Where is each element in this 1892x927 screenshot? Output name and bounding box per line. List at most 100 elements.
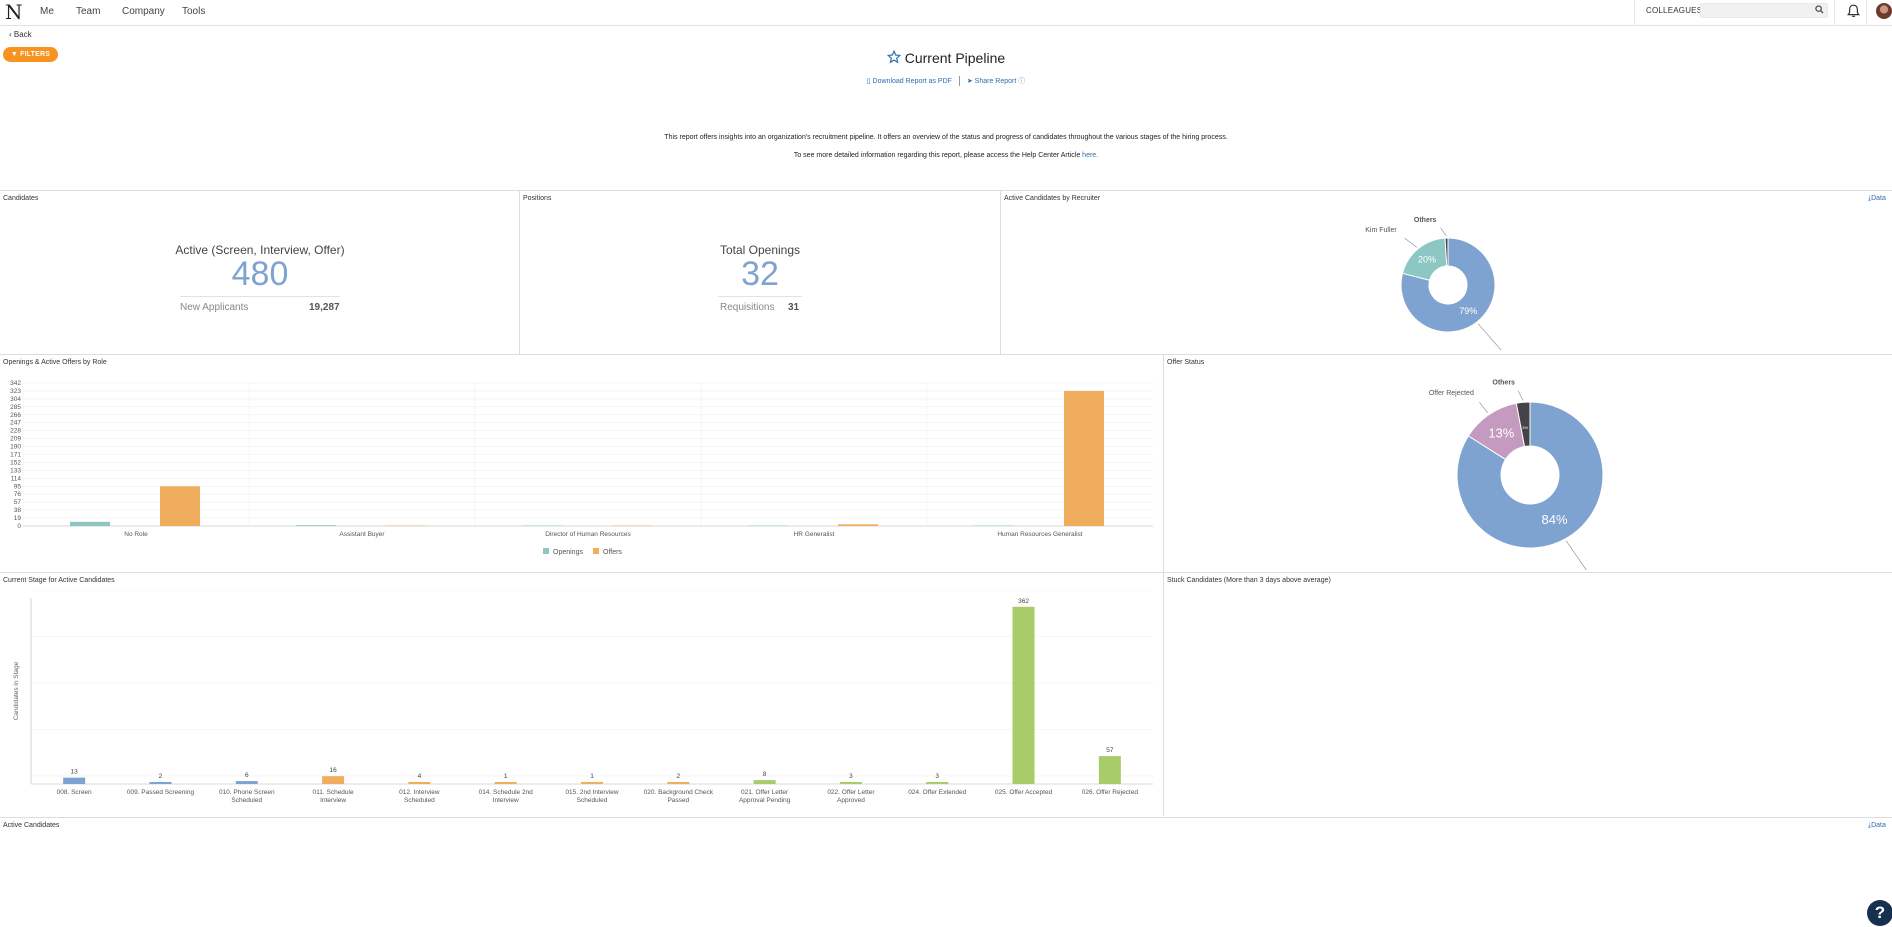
y-tick-label: 285: [10, 404, 21, 411]
data-label: 3: [935, 773, 939, 780]
divider: [718, 296, 802, 297]
data-label: 2: [159, 773, 163, 780]
legend-label: Offers: [603, 549, 622, 556]
stuck-candidates-title: Stuck Candidates (More than 3 days above…: [1167, 577, 1331, 584]
y-tick-label: 323: [10, 388, 21, 395]
y-tick-label: 152: [10, 459, 21, 466]
data-label: 3%: [1522, 425, 1528, 430]
x-tick-label: 014. Schedule 2nd Interview: [479, 789, 534, 804]
bar: [70, 521, 110, 526]
slice-label: Others: [1492, 379, 1515, 386]
nav-item-team[interactable]: Team: [76, 6, 100, 17]
bar: [839, 782, 862, 784]
bar: [926, 782, 949, 784]
new-applicants-label: New Applicants: [180, 302, 249, 313]
candidates-title: Candidates: [3, 195, 39, 202]
x-tick-label: No Role: [124, 531, 148, 538]
help-button[interactable]: ?: [1867, 900, 1892, 926]
nav-item-tools[interactable]: Tools: [182, 6, 205, 17]
bar: [160, 486, 200, 526]
divider: [519, 190, 520, 354]
bar: [838, 524, 878, 526]
positions-title: Positions: [523, 195, 552, 202]
slice-label: Kim Fuller: [1365, 227, 1397, 234]
bar: [322, 776, 345, 784]
x-tick-label: 015. 2nd Interview Scheduled: [565, 789, 618, 804]
total-openings-value: 32: [741, 255, 779, 293]
legend-swatch: [593, 548, 599, 554]
y-tick-label: 57: [14, 499, 22, 506]
search-input[interactable]: [1700, 3, 1828, 18]
label-connector: [1479, 401, 1489, 414]
help-center-text: To see more detailed information regardi…: [0, 152, 1892, 159]
nav-item-me[interactable]: Me: [40, 6, 54, 17]
label-connector: [1404, 238, 1417, 248]
data-label: 8: [763, 771, 767, 778]
help-center-link[interactable]: here.: [1082, 152, 1098, 159]
report-actions: ▯ Download Report as PDF ➤ Share Report …: [0, 76, 1892, 87]
y-tick-label: 228: [10, 428, 21, 435]
roles-bar-chart: 0193857769511413315217119020922824726628…: [10, 380, 1153, 556]
bell-icon[interactable]: [1847, 4, 1860, 18]
x-tick-label: Human Resources Generalist: [997, 531, 1082, 538]
logo[interactable]: N: [5, 2, 23, 22]
x-tick-label: 025. Offer Accepted: [995, 789, 1053, 796]
x-tick-label: 009. Passed Screening: [127, 789, 195, 796]
bar: [1064, 390, 1104, 526]
label-connector: [1517, 390, 1524, 401]
stage-chart-title: Current Stage for Active Candidates: [3, 577, 115, 584]
x-tick-label: 010. Phone Screen Scheduled: [219, 789, 275, 804]
y-tick-label: 190: [10, 444, 21, 451]
data-label: 57: [1106, 747, 1114, 754]
data-label: 13%: [1488, 425, 1514, 440]
y-tick-label: 304: [10, 396, 21, 403]
data-label: 2: [676, 773, 680, 780]
nav-item-company[interactable]: Company: [122, 6, 165, 17]
divider: [1163, 354, 1164, 572]
y-tick-label: 171: [10, 452, 21, 459]
data-label: 1: [504, 773, 508, 780]
new-applicants-value: 19,287: [309, 302, 340, 313]
bar: [1098, 756, 1121, 784]
y-tick-label: 0: [17, 523, 21, 530]
stage-bar-chart: Candidates in Stage13008. Screen2009. Pa…: [13, 590, 1153, 804]
data-label: 84%: [1542, 512, 1568, 527]
y-tick-label: 19: [14, 515, 22, 522]
help-center-label: To see more detailed information regardi…: [793, 152, 1081, 159]
y-tick-label: 342: [10, 380, 21, 387]
legend-swatch: [543, 548, 549, 554]
data-label: 362: [1018, 598, 1029, 605]
search-icon[interactable]: [1815, 5, 1824, 14]
requisitions-label: Requisitions: [720, 302, 775, 313]
x-tick-label: 021. Offer Letter Approval Pending: [739, 789, 791, 804]
download-pdf-link[interactable]: Download Report as PDF: [873, 78, 952, 85]
star-icon[interactable]: [886, 49, 902, 64]
slice-label: Others: [1414, 217, 1437, 224]
page-title-text: Current Pipeline: [904, 50, 1006, 66]
nav-divider: [1634, 0, 1635, 26]
back-link[interactable]: ‹ Back: [9, 30, 32, 39]
offer-status-title: Offer Status: [1167, 359, 1205, 366]
x-tick-label: 024. Offer Extended: [908, 789, 966, 796]
active-candidates-title: Active Candidates: [3, 822, 60, 829]
slice-label: Offer Rejected: [1429, 390, 1474, 397]
bar: [667, 782, 690, 784]
nav-divider: [1834, 0, 1835, 26]
y-tick-label: 133: [10, 467, 21, 474]
avatar[interactable]: [1876, 3, 1892, 19]
top-navigation: N Me Team Company Tools COLLEAGUES ▾: [0, 0, 1892, 26]
y-tick-label: 76: [14, 491, 22, 498]
download-data-link[interactable]: ⤓Data: [1868, 822, 1886, 830]
data-label: 13: [71, 769, 79, 776]
page-title: Current Pipeline: [0, 49, 1892, 66]
x-tick-label: 022. Offer Letter Approved: [827, 789, 875, 804]
back-label: Back: [13, 30, 32, 39]
x-tick-label: 008. Screen: [57, 789, 92, 796]
divider: [1163, 572, 1164, 816]
share-report-link[interactable]: Share Report: [975, 78, 1017, 85]
info-icon[interactable]: ⓘ: [1018, 78, 1025, 85]
x-tick-label: 011. Schedule Interview: [313, 789, 354, 804]
y-tick-label: 114: [11, 475, 22, 482]
download-data-link[interactable]: ⤓Data: [1868, 195, 1886, 203]
x-tick-label: 020. Background Check Passed: [644, 789, 714, 804]
